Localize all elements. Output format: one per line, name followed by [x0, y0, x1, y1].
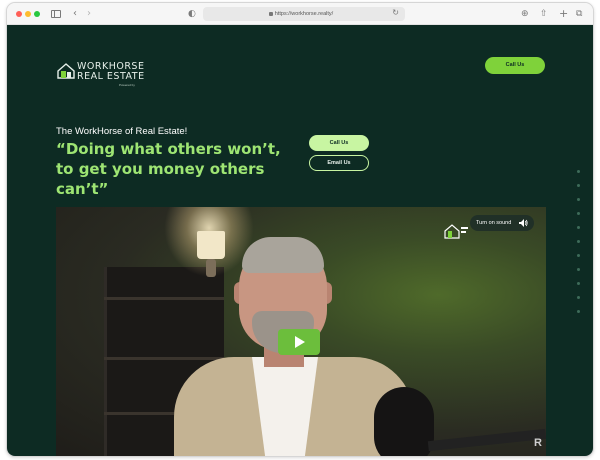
video-person-hair — [242, 237, 324, 273]
hero-email-us-button[interactable]: Email Us — [309, 155, 369, 171]
hero-call-us-button[interactable]: Call Us — [309, 135, 369, 151]
close-window-button[interactable] — [16, 11, 22, 17]
back-icon[interactable]: ‹ — [73, 8, 77, 20]
share-icon[interactable]: ⇧ — [540, 8, 548, 20]
logo-powered-by: Powered by — [119, 83, 135, 87]
scroll-dot[interactable] — [577, 198, 580, 201]
new-tab-icon[interactable]: + — [559, 8, 568, 20]
scroll-dot[interactable] — [577, 254, 580, 257]
sidebar-icon[interactable] — [51, 10, 61, 18]
video-lamp-base — [206, 259, 216, 277]
maximize-window-button[interactable] — [34, 11, 40, 17]
minimize-window-button[interactable] — [25, 11, 31, 17]
scroll-indicator[interactable] — [577, 170, 581, 330]
scroll-dot[interactable] — [577, 184, 580, 187]
turn-on-sound-button[interactable]: Turn on sound — [470, 215, 534, 231]
speaker-icon — [519, 219, 528, 227]
hero-eyebrow: The WorkHorse of Real Estate! — [56, 126, 188, 137]
video-shelf-board — [104, 357, 224, 360]
privacy-shield-icon[interactable]: ◐ — [188, 8, 196, 20]
hero-headline: “Doing what others won’t, to get you mon… — [56, 140, 281, 198]
url-text[interactable]: https://workhorse.realty/ — [203, 7, 405, 21]
video-microphone — [374, 387, 434, 456]
video-mic-letter: R — [534, 437, 542, 449]
forward-icon[interactable]: › — [87, 8, 91, 20]
logo-line-2: REAL ESTATE — [77, 71, 145, 82]
header-call-us-button[interactable]: Call Us — [485, 57, 545, 74]
webpage: WORKHORSE REAL ESTATE Powered by Call Us… — [7, 25, 593, 456]
workhorse-logo[interactable]: WORKHORSE REAL ESTATE Powered by — [57, 61, 167, 91]
scroll-dot[interactable] — [577, 310, 580, 313]
scroll-dot[interactable] — [577, 268, 580, 271]
browser-window: ‹ › ◐ https://workhorse.realty/ ↻ ⊕ ⇧ + … — [6, 2, 594, 457]
browser-toolbar: ‹ › ◐ https://workhorse.realty/ ↻ ⊕ ⇧ + … — [7, 3, 593, 25]
scroll-dot[interactable] — [577, 296, 580, 299]
video-lamp — [197, 231, 225, 259]
scroll-dot[interactable] — [577, 240, 580, 243]
scroll-dot[interactable] — [577, 170, 580, 173]
reload-icon[interactable]: ↻ — [392, 8, 399, 17]
scroll-dot[interactable] — [577, 282, 580, 285]
download-icon[interactable]: ⊕ — [521, 8, 529, 20]
intro-video-player[interactable]: R Turn on sound — [56, 207, 546, 456]
turn-on-sound-label: Turn on sound — [476, 220, 512, 226]
scroll-dot[interactable] — [577, 212, 580, 215]
video-shelf-board — [104, 297, 224, 300]
video-logo-icon — [444, 224, 468, 239]
house-logo-icon — [57, 63, 75, 79]
play-icon — [295, 336, 305, 348]
tab-overview-icon[interactable]: ⧉ — [576, 8, 582, 20]
play-button[interactable] — [278, 329, 320, 355]
address-bar[interactable]: https://workhorse.realty/ ↻ — [203, 7, 405, 21]
scroll-dot[interactable] — [577, 226, 580, 229]
